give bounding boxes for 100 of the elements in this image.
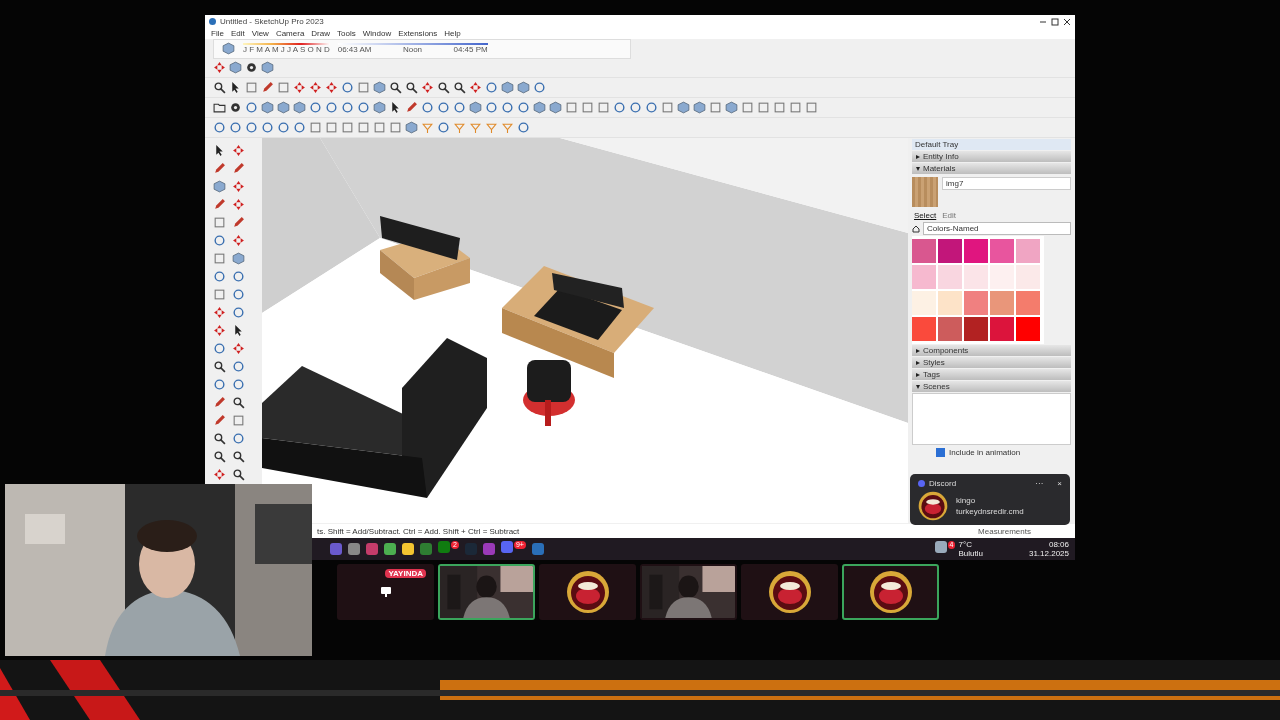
- search-icon[interactable]: [232, 468, 245, 481]
- square-icon[interactable]: [357, 81, 370, 94]
- color-swatch[interactable]: [990, 317, 1014, 341]
- move-icon[interactable]: [213, 324, 226, 337]
- move-icon[interactable]: [309, 81, 322, 94]
- color-swatch[interactable]: [912, 291, 936, 315]
- circle-icon[interactable]: [485, 101, 498, 114]
- circle-icon[interactable]: [501, 101, 514, 114]
- color-swatch[interactable]: [938, 291, 962, 315]
- circle-icon[interactable]: [213, 342, 226, 355]
- move-icon[interactable]: [469, 81, 482, 94]
- move-icon[interactable]: [232, 342, 245, 355]
- circle-icon[interactable]: [421, 101, 434, 114]
- tab[interactable]: Select: [914, 211, 937, 220]
- cube-icon[interactable]: [677, 101, 690, 114]
- square-icon[interactable]: [373, 121, 386, 134]
- move-icon[interactable]: [325, 81, 338, 94]
- color-swatch[interactable]: [938, 265, 962, 289]
- menu-item[interactable]: File: [211, 29, 224, 38]
- menu-item[interactable]: Extensions: [398, 29, 438, 38]
- circle-icon[interactable]: [293, 121, 306, 134]
- pencil-icon[interactable]: [405, 101, 418, 114]
- circle-icon[interactable]: [245, 121, 258, 134]
- app-icon[interactable]: [384, 543, 396, 555]
- color-swatch[interactable]: [964, 265, 988, 289]
- cube-icon[interactable]: [533, 101, 546, 114]
- search-icon[interactable]: [213, 360, 226, 373]
- color-swatch[interactable]: [990, 239, 1014, 263]
- call-tile[interactable]: YAYINDA: [337, 564, 434, 620]
- cube-icon[interactable]: [693, 101, 706, 114]
- square-icon[interactable]: [565, 101, 578, 114]
- pencil-icon[interactable]: [261, 81, 274, 94]
- color-swatch[interactable]: [912, 317, 936, 341]
- color-swatch[interactable]: [964, 239, 988, 263]
- move-icon[interactable]: [232, 180, 245, 193]
- circle-icon[interactable]: [645, 101, 658, 114]
- search-icon[interactable]: [453, 81, 466, 94]
- cube-icon[interactable]: [405, 121, 418, 134]
- panel-header[interactable]: Entity Info: [912, 151, 1071, 162]
- app-icon[interactable]: [330, 543, 342, 555]
- cube-icon[interactable]: [293, 101, 306, 114]
- cube-icon[interactable]: [517, 81, 530, 94]
- move-icon[interactable]: [293, 81, 306, 94]
- move-icon[interactable]: [232, 144, 245, 157]
- cursor-icon[interactable]: [213, 144, 226, 157]
- menu-item[interactable]: Window: [362, 29, 392, 38]
- move-icon[interactable]: [232, 234, 245, 247]
- library-dropdown[interactable]: Colors-Named: [923, 222, 1071, 235]
- square-icon[interactable]: [661, 101, 674, 114]
- color-swatch[interactable]: [938, 317, 962, 341]
- call-tile[interactable]: [539, 564, 636, 620]
- square-icon[interactable]: [741, 101, 754, 114]
- square-icon[interactable]: [389, 121, 402, 134]
- square-icon[interactable]: [309, 121, 322, 134]
- circle-icon[interactable]: [213, 378, 226, 391]
- app-icon[interactable]: [348, 543, 360, 555]
- pencil-icon[interactable]: [213, 162, 226, 175]
- pencil-icon[interactable]: [232, 216, 245, 229]
- circle-icon[interactable]: [232, 432, 245, 445]
- circle-icon[interactable]: [453, 101, 466, 114]
- square-icon[interactable]: [597, 101, 610, 114]
- menu-item[interactable]: Tools: [337, 29, 356, 38]
- circle-icon[interactable]: [229, 121, 242, 134]
- circle-icon[interactable]: [437, 121, 450, 134]
- circle-icon[interactable]: [517, 121, 530, 134]
- search-icon[interactable]: [232, 396, 245, 409]
- pencil-icon[interactable]: [213, 198, 226, 211]
- cube-icon[interactable]: [501, 81, 514, 94]
- circle-icon[interactable]: [232, 288, 245, 301]
- search-icon[interactable]: [405, 81, 418, 94]
- search-icon[interactable]: [213, 432, 226, 445]
- app-icon[interactable]: [500, 541, 513, 553]
- circle-icon[interactable]: [232, 378, 245, 391]
- search-icon[interactable]: [213, 450, 226, 463]
- circle-icon[interactable]: [213, 121, 226, 134]
- square-icon[interactable]: [277, 81, 290, 94]
- square-icon[interactable]: [213, 216, 226, 229]
- circle-icon[interactable]: [325, 101, 338, 114]
- app-icon[interactable]: [420, 543, 432, 555]
- tab[interactable]: Edit: [942, 211, 957, 220]
- square-icon[interactable]: [341, 121, 354, 134]
- pencil-icon[interactable]: [232, 162, 245, 175]
- circle-icon[interactable]: [533, 81, 546, 94]
- cube-icon[interactable]: [232, 252, 245, 265]
- square-icon[interactable]: [213, 252, 226, 265]
- color-swatch[interactable]: [938, 239, 962, 263]
- square-icon[interactable]: [213, 288, 226, 301]
- menu-item[interactable]: Camera: [275, 29, 305, 38]
- pencil-icon[interactable]: [213, 414, 226, 427]
- circle-icon[interactable]: [261, 121, 274, 134]
- square-icon[interactable]: [709, 101, 722, 114]
- circle-icon[interactable]: [341, 81, 354, 94]
- square-icon[interactable]: [789, 101, 802, 114]
- checkbox[interactable]: [936, 448, 945, 457]
- circle-icon[interactable]: [213, 270, 226, 283]
- circle-icon[interactable]: [232, 270, 245, 283]
- cube-icon[interactable]: [277, 101, 290, 114]
- color-swatch[interactable]: [1016, 239, 1040, 263]
- square-icon[interactable]: [773, 101, 786, 114]
- color-swatch[interactable]: [1016, 317, 1040, 341]
